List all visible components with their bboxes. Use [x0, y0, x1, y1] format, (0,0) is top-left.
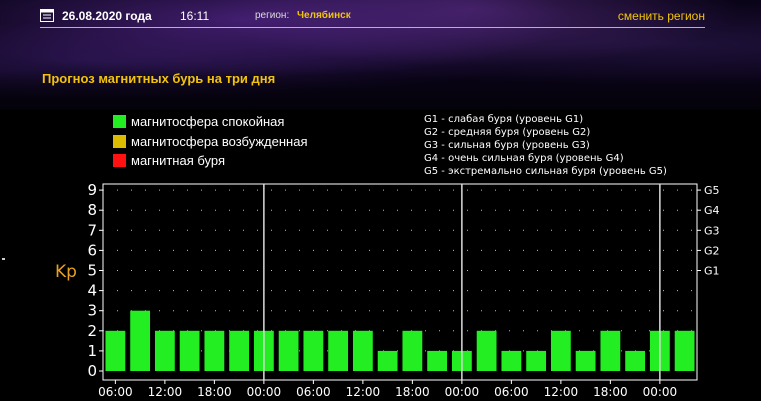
- kp-bar: [105, 330, 126, 371]
- x-tick-label: 18:00: [593, 385, 628, 399]
- kp-chart: 0 1 2 3 4 5 6 7 8 9 G1 G2 G3 G4 G5 06:00 12:00 18:00 00:00…: [87, 181, 720, 399]
- kp-bar: [352, 330, 373, 371]
- kp-bar: [526, 350, 547, 371]
- x-tick-label: 18:00: [197, 385, 232, 399]
- x-tick-label: 12:00: [346, 385, 381, 399]
- g-tick-label: G1: [704, 265, 720, 278]
- y-tick-label: 5: [87, 262, 97, 280]
- kp-bar: [278, 330, 299, 371]
- kp-bar: [204, 330, 225, 371]
- kp-bar: [328, 330, 349, 371]
- kp-bar: [501, 350, 522, 371]
- kp-bar: [377, 350, 398, 371]
- y-tick-label: 7: [87, 221, 97, 239]
- kp-bar: [427, 350, 448, 371]
- x-tick-label: 12:00: [148, 385, 183, 399]
- g-tick-label: G2: [704, 244, 720, 257]
- x-tick-label: 18:00: [395, 385, 430, 399]
- y-tick-label: 9: [87, 181, 97, 199]
- kp-bar: [600, 330, 621, 371]
- kp-bar: [575, 350, 596, 371]
- kp-bar: [625, 350, 646, 371]
- kp-bar: [229, 330, 250, 371]
- g-tick-label: G3: [704, 224, 720, 237]
- kp-bar: [179, 330, 200, 371]
- y-tick-label: 0: [87, 362, 97, 380]
- x-tick-label: 00:00: [643, 385, 678, 399]
- kp-bar: [402, 330, 423, 371]
- kp-bar: [130, 310, 151, 371]
- kp-bar: [476, 330, 497, 371]
- g-tick-label: G4: [704, 204, 720, 217]
- kp-bar: [154, 330, 175, 371]
- kp-bar: [550, 330, 571, 371]
- x-tick-label: 06:00: [494, 385, 529, 399]
- y-tick-label: 2: [87, 322, 97, 340]
- y-tick-label: 1: [87, 342, 97, 360]
- kp-bar: [303, 330, 324, 371]
- x-tick-label: 06:00: [296, 385, 331, 399]
- y-tick-label: 6: [87, 241, 97, 259]
- x-tick-label: 00:00: [445, 385, 480, 399]
- g-tick-label: G5: [704, 184, 720, 197]
- y-tick-label: 4: [87, 282, 97, 300]
- x-tick-label: 12:00: [544, 385, 579, 399]
- x-tick-label: 00:00: [247, 385, 282, 399]
- y-tick-label: 3: [87, 302, 97, 320]
- kp-bar: [674, 330, 695, 371]
- x-tick-label: 06:00: [98, 385, 133, 399]
- y-tick-label: 8: [87, 201, 97, 219]
